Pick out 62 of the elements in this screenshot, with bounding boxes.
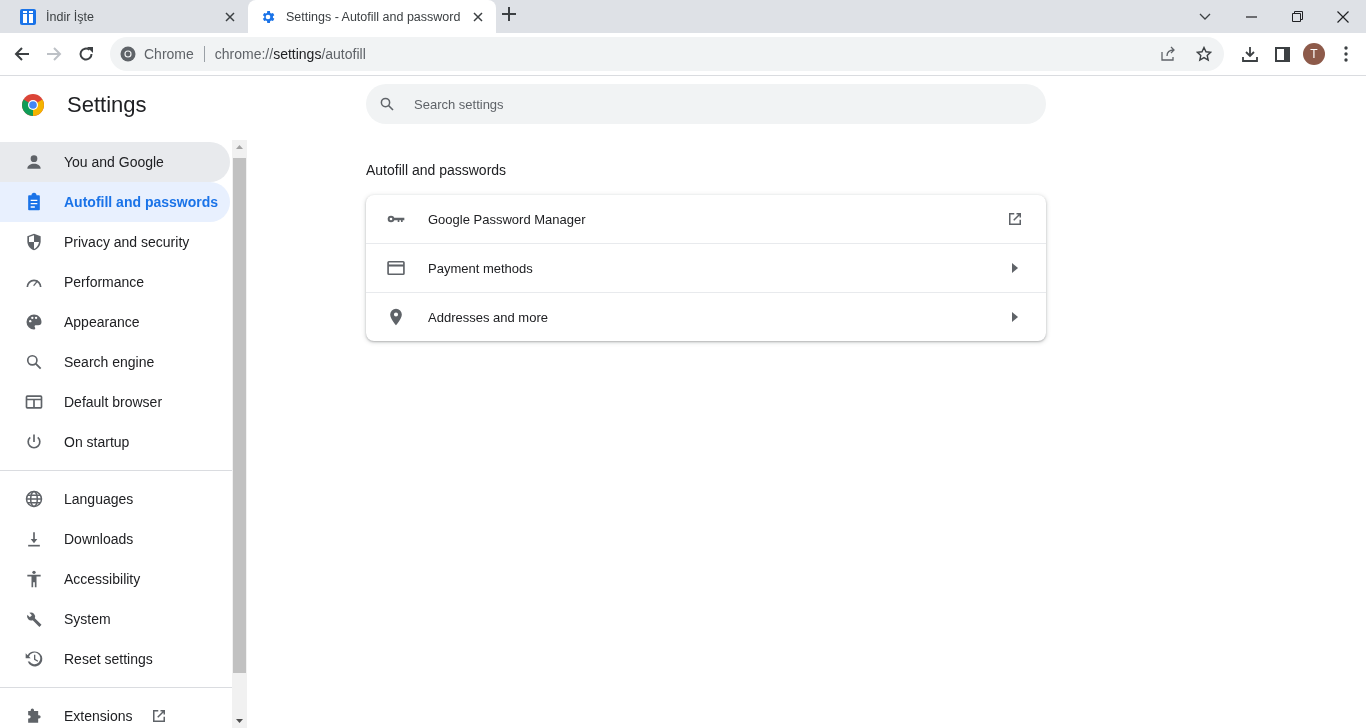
history-icon: [24, 649, 44, 669]
restore-icon: [1291, 11, 1303, 22]
sidebar-item[interactable]: Accessibility: [0, 559, 230, 599]
sidebar-item[interactable]: Appearance: [0, 302, 230, 342]
search-icon: [378, 95, 396, 113]
settings-title: Settings: [67, 92, 147, 118]
browser-tab[interactable]: Settings - Autofill and password: [248, 0, 497, 33]
reload-icon: [78, 46, 94, 62]
external-link-icon: [1006, 210, 1024, 228]
globe-icon: [24, 489, 44, 509]
sidebar-item[interactable]: System: [0, 599, 230, 639]
download-icon: [1242, 46, 1258, 62]
sidebar-item[interactable]: Performance: [0, 262, 230, 302]
star-icon: [1196, 46, 1212, 62]
search-field[interactable]: Search settings: [366, 84, 1046, 124]
forward-arrow-icon: [46, 46, 62, 62]
site-label: Chrome: [144, 46, 194, 62]
scroll-down-icon: [236, 719, 243, 723]
palette-icon: [24, 312, 44, 332]
menu-icon: [1344, 46, 1348, 62]
sidebar-item[interactable]: Reset settings: [0, 639, 230, 679]
plus-icon: [502, 7, 517, 21]
sidebar-item[interactable]: Extensions: [0, 696, 230, 728]
caret-icon: [1012, 312, 1018, 322]
gear-icon: [260, 8, 276, 25]
address-bar[interactable]: Chrome chrome://settings/autofill: [110, 37, 1224, 71]
credit-card-icon: [386, 258, 406, 278]
browser-tab[interactable]: İndir İşte: [8, 0, 248, 33]
section-heading: Autofill and passwords: [366, 162, 508, 178]
sidebar-item[interactable]: Privacy and security: [0, 222, 230, 262]
side-panel-icon: [1274, 46, 1290, 62]
close-icon: [473, 11, 484, 22]
wrench-icon: [24, 609, 44, 629]
chevron-down-icon: [1199, 13, 1211, 20]
scrollbar[interactable]: [232, 140, 247, 728]
sidebar-item[interactable]: Downloads: [0, 519, 230, 559]
scroll-up-icon: [236, 145, 243, 149]
sidebar-item[interactable]: Search engine: [0, 342, 230, 382]
browser-window-icon: [24, 392, 44, 412]
sidebar-item[interactable]: Autofill and passwords: [0, 182, 230, 222]
minimize-icon: [1245, 15, 1257, 18]
back-arrow-icon: [14, 46, 30, 62]
search-icon: [24, 352, 44, 372]
settings-row[interactable]: Google Password Manager: [366, 195, 1046, 243]
sidebar-item[interactable]: Languages: [0, 479, 230, 519]
url-text: chrome://settings/autofill: [214, 46, 367, 62]
person-icon: [24, 152, 44, 172]
search-input: Search settings: [412, 95, 1046, 113]
accessibility-icon: [24, 569, 44, 589]
sidebar-item[interactable]: Default browser: [0, 382, 230, 422]
shield-icon: [24, 232, 44, 252]
chrome-logo-icon: [21, 93, 45, 117]
close-icon: [1337, 10, 1349, 23]
settings-row[interactable]: Addresses and more: [366, 292, 1046, 341]
close-icon: [225, 11, 235, 22]
sidebar-item[interactable]: You and Google: [0, 142, 230, 182]
share-icon: [1160, 46, 1176, 62]
caret-icon: [1012, 263, 1018, 273]
chrome-logo-icon: [120, 46, 136, 62]
settings-row[interactable]: Payment methods: [366, 243, 1046, 292]
app-logo-icon: [20, 8, 36, 25]
sidebar-item[interactable]: On startup: [0, 422, 230, 462]
